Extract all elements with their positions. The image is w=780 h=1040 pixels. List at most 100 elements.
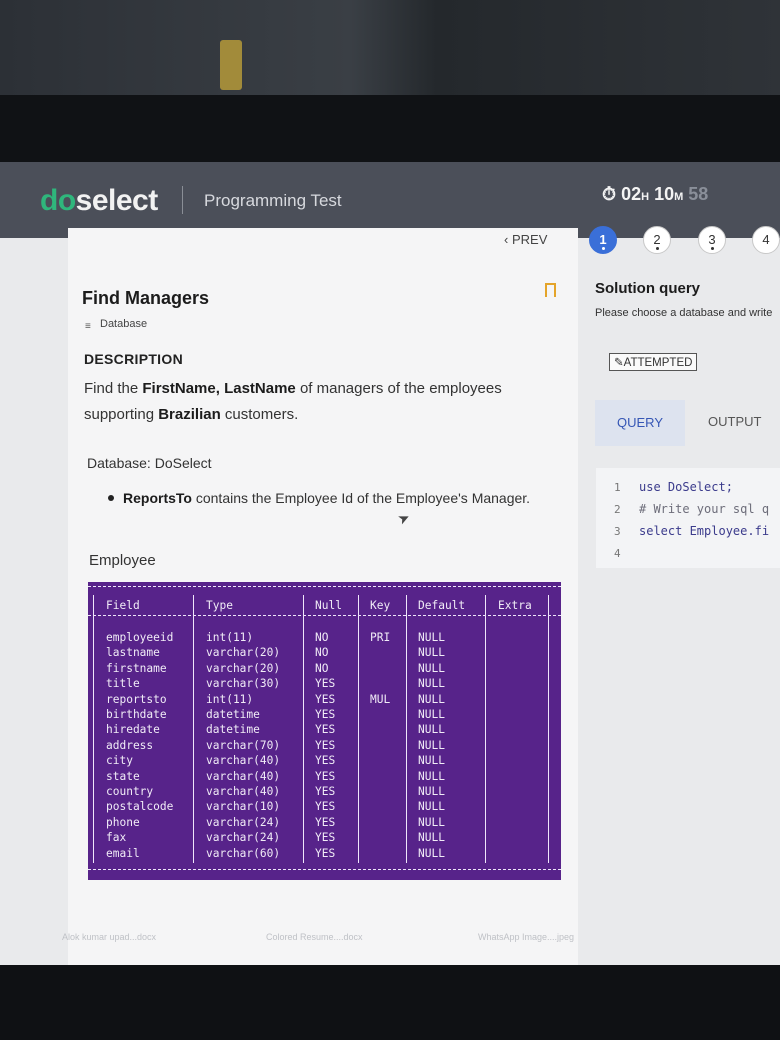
table-cell: NULL (418, 723, 445, 737)
table-cell: birthdate (106, 708, 167, 721)
table-cell: firstname (106, 661, 167, 675)
question-number: 3 (708, 232, 716, 247)
code-line[interactable]: select Employee.fi (639, 524, 769, 538)
background-wall (0, 0, 780, 95)
table-cell: NULL (418, 815, 445, 829)
table-cell: NULL (418, 800, 445, 814)
table-cell: NULL (418, 677, 445, 691)
question-status-dot (711, 247, 714, 250)
table-cell: varchar(24) (206, 831, 281, 845)
pencil-icon: ✎ (614, 357, 624, 369)
line-number: 4 (614, 547, 621, 560)
table-cell: NULL (418, 708, 445, 721)
table-cell: YES (315, 692, 336, 706)
table-cell: YES (315, 769, 336, 783)
schema-terminal-table: Field Type Null Key Default Extra employeeid in… (88, 582, 561, 880)
chevron-left-icon: ‹ (504, 232, 509, 247)
description-text: Find the FirstName, LastName of managers… (84, 376, 524, 428)
timer-seconds: 58 (688, 184, 709, 204)
table-row: state varchar(40) YES NULL (88, 770, 561, 785)
code-line[interactable]: use DoSelect; (639, 480, 733, 494)
table-row: title varchar(30) YES NULL (88, 677, 561, 692)
table-cell: employeeid (106, 631, 174, 644)
question-4-button[interactable]: 4 (752, 226, 780, 254)
table-cell: NULL (418, 631, 445, 644)
monitor-bezel-top (0, 95, 780, 170)
table-row: lastname varchar(20) NO NULL (88, 646, 561, 661)
table-cell: NO (315, 661, 329, 675)
table-cell: NULL (418, 785, 445, 798)
solution-title: Solution query (595, 280, 700, 297)
logo-letter-d: d (40, 184, 58, 217)
table-row: fax varchar(24) YES NULL (88, 831, 561, 846)
table-cell: reportsto (106, 692, 167, 706)
question-status-dot (602, 247, 605, 250)
table-cell: NO (315, 646, 329, 660)
prev-button[interactable]: ‹ PREV (504, 232, 547, 247)
table-row: birthdate datetime YES NULL (88, 708, 561, 723)
test-title: Programming Test (204, 191, 342, 210)
table-cell: varchar(40) (206, 754, 281, 768)
table-cell: address (106, 738, 154, 752)
table-cell: NO (315, 631, 329, 644)
table-title: Employee (89, 552, 156, 569)
bullet-dot (108, 495, 114, 501)
table-header-row: Field Type Null Key Default Extra (88, 599, 561, 614)
table-cell: YES (315, 723, 336, 737)
table-cell: YES (315, 846, 336, 860)
table-cell: datetime (206, 708, 260, 721)
table-border-header (88, 615, 561, 621)
tab-query[interactable]: QUERY (595, 400, 685, 446)
bookmark-icon[interactable] (545, 283, 556, 299)
prev-label: PREV (511, 232, 548, 247)
line-number: 2 (614, 503, 621, 516)
question-category: Database (100, 318, 148, 330)
table-cell: NULL (418, 754, 445, 768)
attempted-label: ATTEMPTED (623, 357, 693, 369)
countdown-timer: ⏱ 02H 10M 58 (602, 184, 708, 205)
desc-text-3: customers. (220, 406, 299, 423)
table-row: city varchar(40) YES NULL (88, 754, 561, 769)
table-row: reportsto int(11) YES MUL NULL (88, 693, 561, 708)
table-cell: YES (315, 831, 336, 845)
list-icon: ≡ (85, 321, 91, 332)
desc-text-1: Find the (84, 380, 143, 397)
table-cell: NULL (418, 769, 445, 783)
logo-text: select (75, 184, 159, 217)
table-cell: postalcode (106, 800, 174, 814)
table-border-bottom (88, 869, 561, 875)
background-object (220, 40, 242, 90)
table-cell: varchar(24) (206, 815, 281, 829)
table-cell: NULL (418, 846, 445, 860)
table-border-top (88, 586, 561, 592)
description-heading: DESCRIPTION (84, 351, 183, 367)
table-cell: NULL (418, 738, 445, 752)
table-cell: state (106, 769, 140, 783)
code-line[interactable]: # Write your sql q (639, 502, 769, 516)
topbar-divider (182, 186, 183, 214)
table-cell: country (106, 785, 154, 798)
tab-output[interactable]: OUTPUT (708, 414, 761, 429)
line-number: 3 (614, 525, 621, 538)
table-cell: YES (315, 754, 336, 768)
table-cell: YES (315, 677, 336, 691)
download-item[interactable]: Colored Resume....docx (266, 932, 363, 942)
download-item[interactable]: Alok kumar upad...docx (62, 932, 156, 942)
question-1-button[interactable]: 1 (589, 226, 617, 254)
question-3-button[interactable]: 3 (698, 226, 726, 254)
table-cell: title (106, 677, 140, 691)
table-cell: email (106, 846, 140, 860)
table-header-cell: Type (206, 599, 233, 612)
question-2-button[interactable]: 2 (643, 226, 671, 254)
table-row: firstname varchar(20) NO NULL (88, 662, 561, 677)
table-header-cell: Extra (498, 599, 532, 612)
download-item[interactable]: WhatsApp Image....jpeg (478, 932, 574, 942)
table-cell: NULL (418, 831, 445, 845)
doselect-logo[interactable]: doselect (40, 184, 158, 218)
table-cell: varchar(20) (206, 646, 281, 660)
table-header-cell: Key (370, 599, 391, 612)
table-cell: fax (106, 831, 127, 845)
table-cell: city (106, 754, 133, 768)
desc-bold-1: FirstName, LastName (142, 380, 296, 397)
table-cell: int(11) (206, 692, 254, 706)
